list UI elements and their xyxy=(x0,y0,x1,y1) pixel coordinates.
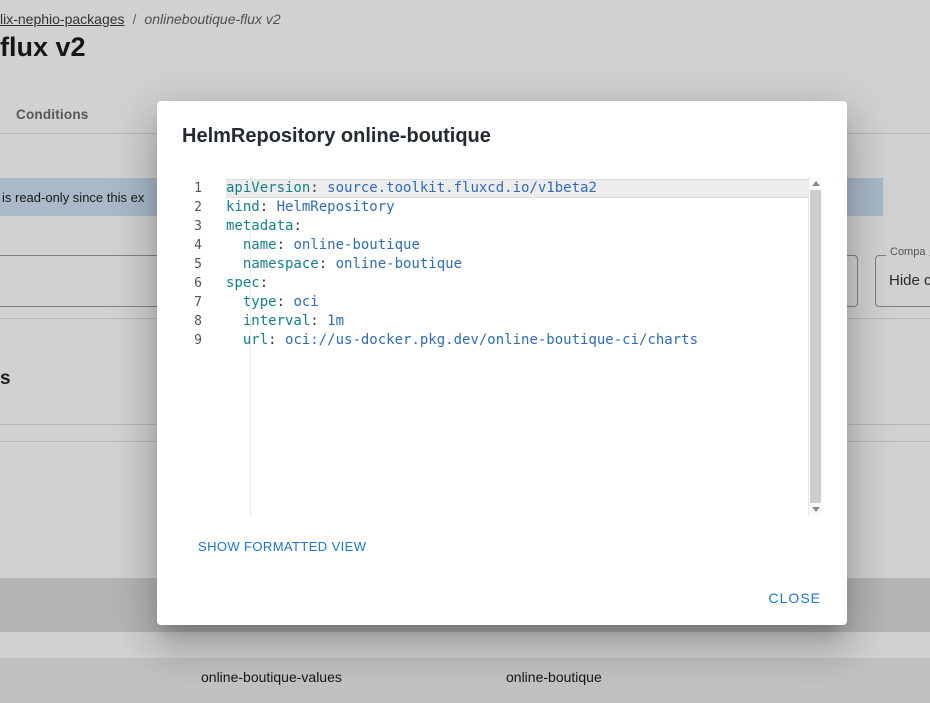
code-line: 8 interval: 1m xyxy=(182,312,808,331)
yaml-value-token: HelmRepository xyxy=(277,199,395,215)
code-line: 2kind: HelmRepository xyxy=(182,198,808,217)
line-number: 9 xyxy=(182,331,226,350)
yaml-value-token: online-boutique xyxy=(336,256,462,272)
code-line: 7 type: oci xyxy=(182,293,808,312)
yaml-punctuation-token: : xyxy=(310,180,327,196)
scrollbar-up-icon[interactable] xyxy=(812,181,820,186)
line-number: 6 xyxy=(182,274,226,293)
code-line: 1apiVersion: source.toolkit.fluxcd.io/v1… xyxy=(182,179,808,198)
yaml-punctuation-token: : xyxy=(260,275,268,291)
code-line: 9 url: oci://us-docker.pkg.dev/online-bo… xyxy=(182,331,808,350)
dialog: HelmRepository online-boutique 1apiVersi… xyxy=(157,101,847,625)
yaml-punctuation-token: : xyxy=(310,313,327,329)
code-line: 3metadata: xyxy=(182,217,808,236)
line-number: 2 xyxy=(182,198,226,217)
code-line: 5 namespace: online-boutique xyxy=(182,255,808,274)
dialog-title: HelmRepository online-boutique xyxy=(182,125,491,148)
show-formatted-view-button[interactable]: SHOW FORMATTED VIEW xyxy=(198,539,366,554)
line-number: 3 xyxy=(182,217,226,236)
yaml-key-token: spec xyxy=(226,275,260,291)
code-text[interactable]: spec: xyxy=(226,274,808,293)
yaml-key-token: type xyxy=(226,294,277,310)
code-text[interactable]: interval: 1m xyxy=(226,312,808,331)
code-text[interactable]: apiVersion: source.toolkit.fluxcd.io/v1b… xyxy=(226,179,808,198)
code-text[interactable]: namespace: online-boutique xyxy=(226,255,808,274)
yaml-editor[interactable]: 1apiVersion: source.toolkit.fluxcd.io/v1… xyxy=(182,177,822,516)
line-number: 1 xyxy=(182,179,226,198)
code-line: 4 name: online-boutique xyxy=(182,236,808,255)
code-line: 6spec: xyxy=(182,274,808,293)
yaml-key-token: name xyxy=(226,237,277,253)
yaml-key-token: metadata xyxy=(226,218,293,234)
screen: lix-nephio-packages/onlineboutique-flux … xyxy=(0,0,930,703)
yaml-key-token: apiVersion xyxy=(226,180,310,196)
scrollbar-thumb[interactable] xyxy=(810,190,821,503)
line-number: 5 xyxy=(182,255,226,274)
yaml-key-token: url xyxy=(226,332,268,348)
yaml-value-token: 1m xyxy=(327,313,344,329)
yaml-value-token: online-boutique xyxy=(293,237,419,253)
yaml-punctuation-token: : xyxy=(277,237,294,253)
yaml-value-token: oci://us-docker.pkg.dev/online-boutique-… xyxy=(285,332,698,348)
scrollbar-down-icon[interactable] xyxy=(812,507,820,512)
editor-scrollbar[interactable] xyxy=(808,177,822,516)
line-number: 8 xyxy=(182,312,226,331)
yaml-punctuation-token: : xyxy=(268,332,285,348)
yaml-punctuation-token: : xyxy=(293,218,301,234)
code-text[interactable]: metadata: xyxy=(226,217,808,236)
code-text[interactable]: name: online-boutique xyxy=(226,236,808,255)
yaml-key-token: namespace xyxy=(226,256,319,272)
line-number: 7 xyxy=(182,293,226,312)
code-text[interactable]: url: oci://us-docker.pkg.dev/online-bout… xyxy=(226,331,808,350)
yaml-value-token: source.toolkit.fluxcd.io/v1beta2 xyxy=(327,180,597,196)
yaml-punctuation-token: : xyxy=(277,294,294,310)
yaml-key-token: interval xyxy=(226,313,310,329)
editor-lines: 1apiVersion: source.toolkit.fluxcd.io/v1… xyxy=(182,179,808,350)
yaml-punctuation-token: : xyxy=(319,256,336,272)
close-button[interactable]: CLOSE xyxy=(769,590,821,606)
yaml-punctuation-token: : xyxy=(260,199,277,215)
code-text[interactable]: type: oci xyxy=(226,293,808,312)
yaml-key-token: kind xyxy=(226,199,260,215)
code-text[interactable]: kind: HelmRepository xyxy=(226,198,808,217)
yaml-value-token: oci xyxy=(293,294,318,310)
line-number: 4 xyxy=(182,236,226,255)
